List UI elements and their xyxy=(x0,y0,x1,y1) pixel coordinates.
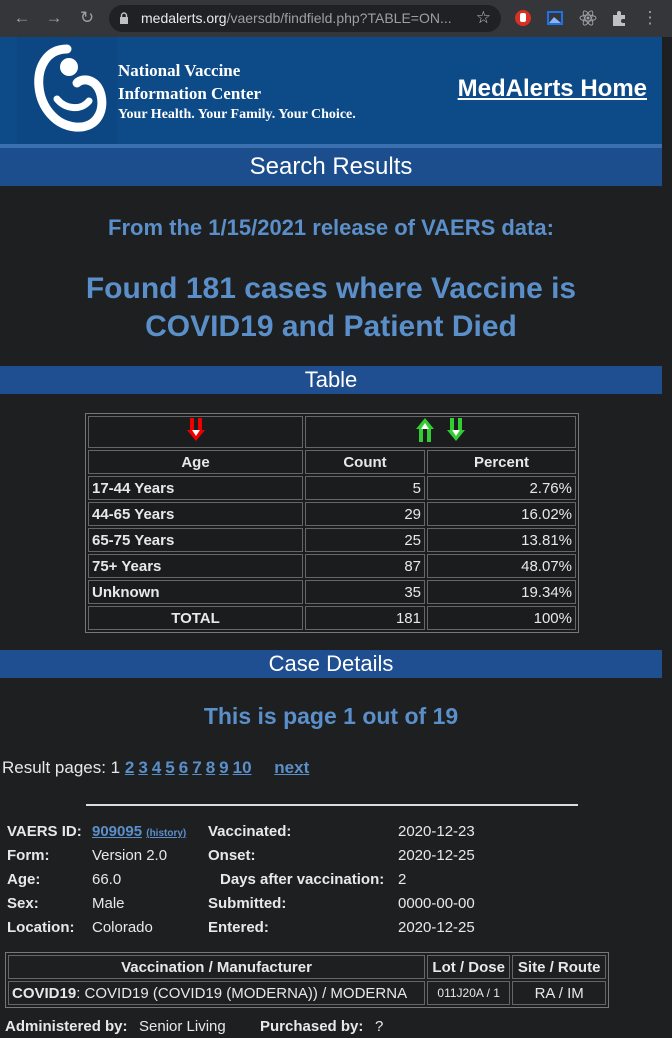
days-after-value: 2 xyxy=(398,871,407,888)
scrollbar[interactable] xyxy=(662,37,672,1038)
menu-dots-icon[interactable]: ⋮ xyxy=(640,8,660,28)
page-link-4[interactable]: 4 xyxy=(152,758,161,777)
nvic-logo[interactable] xyxy=(17,37,117,144)
address-bar[interactable]: medalerts.org/vaersdb/findfield.php?TABL… xyxy=(109,5,501,32)
table-row: 17-44 Years 5 2.76% xyxy=(88,476,576,500)
url-text: medalerts.org/vaersdb/findfield.php?TABL… xyxy=(141,10,452,26)
lot-cell: 011J20A / 1 xyxy=(427,981,511,1005)
found-summary: Found 181 cases where Vaccine is COVID19… xyxy=(85,272,577,343)
table-row: 65-75 Years 25 13.81% xyxy=(88,528,576,552)
age-value: 66.0 xyxy=(92,871,122,888)
table-row: Unknown 35 19.34% xyxy=(88,580,576,604)
location-value: Colorado xyxy=(92,919,153,936)
sex-value: Male xyxy=(92,895,125,912)
forward-icon[interactable]: → xyxy=(44,8,64,28)
purchased-label: Purchased by: xyxy=(260,1018,364,1035)
table-row: COVID19: COVID19 (COVID19 (MODERNA)) / M… xyxy=(8,981,606,1005)
site-cell: RA / IM xyxy=(512,981,606,1005)
location-label: Location: xyxy=(7,919,75,936)
reload-icon[interactable]: ↻ xyxy=(77,8,97,28)
next-page-link[interactable]: next xyxy=(274,758,309,777)
vaccinated-value: 2020-12-23 xyxy=(398,823,475,840)
release-text: From the 1/15/2021 release of VAERS data… xyxy=(108,215,554,240)
browser-toolbar: ← → ↻ medalerts.org/vaersdb/findfield.ph… xyxy=(0,0,672,37)
onset-label: Onset: xyxy=(208,847,256,864)
header-percent: Percent xyxy=(427,450,576,474)
org-name: National Vaccine Information Center Your… xyxy=(118,61,356,122)
purchased-value: ? xyxy=(375,1018,384,1035)
submitted-label: Submitted: xyxy=(208,895,287,912)
vaers-id-link[interactable]: 909095 xyxy=(92,823,142,840)
sex-label: Sex: xyxy=(7,895,39,912)
search-results-heading: Search Results xyxy=(0,148,662,186)
vaccine-cell: COVID19: COVID19 (COVID19 (MODERNA)) / M… xyxy=(8,981,426,1005)
vaers-id-value: 909095 (history) xyxy=(92,823,186,840)
page-link-7[interactable]: 7 xyxy=(192,758,201,777)
sort-down-green-icon[interactable] xyxy=(446,418,466,442)
age-label: Age: xyxy=(7,871,41,888)
administered-label: Administered by: xyxy=(5,1018,128,1035)
header-lot-dose: Lot / Dose xyxy=(427,955,511,979)
page-link-3[interactable]: 3 xyxy=(138,758,147,777)
entered-value: 2020-12-25 xyxy=(398,919,475,936)
page-link-10[interactable]: 10 xyxy=(233,758,252,777)
site-header: National Vaccine Information Center Your… xyxy=(0,37,662,144)
case-details-heading: Case Details xyxy=(0,650,662,678)
image-extension-icon[interactable] xyxy=(545,8,565,28)
page-link-9[interactable]: 9 xyxy=(219,758,228,777)
medalerts-home-link[interactable]: MedAlerts Home xyxy=(458,75,647,103)
summary-table: Age Count Percent 17-44 Years 5 2.76% 44… xyxy=(85,413,579,633)
vaccinated-label: Vaccinated: xyxy=(208,823,292,840)
page-indicator: This is page 1 out of 19 xyxy=(203,703,459,729)
stop-hand-extension-icon[interactable] xyxy=(513,8,533,28)
sort-down-red-icon[interactable] xyxy=(186,418,206,442)
sort-up-green-icon[interactable] xyxy=(415,418,435,442)
page-link-5[interactable]: 5 xyxy=(165,758,174,777)
table-row: 44-65 Years 29 16.02% xyxy=(88,502,576,526)
header-site-route: Site / Route xyxy=(512,955,606,979)
vaers-id-label: VAERS ID: xyxy=(7,823,82,840)
header-age: Age xyxy=(88,450,303,474)
entered-label: Entered: xyxy=(208,919,269,936)
form-label: Form: xyxy=(7,847,50,864)
page-link-6[interactable]: 6 xyxy=(179,758,188,777)
vaccination-table: Vaccination / Manufacturer Lot / Dose Si… xyxy=(5,952,609,1008)
page-link-2[interactable]: 2 xyxy=(125,758,134,777)
administered-value: Senior Living xyxy=(139,1018,226,1035)
pagination: Result pages: 1 2 3 4 5 6 7 8 9 10 next xyxy=(2,758,310,777)
submitted-value: 0000-00-00 xyxy=(398,895,475,912)
header-count: Count xyxy=(305,450,425,474)
table-row: 75+ Years 87 48.07% xyxy=(88,554,576,578)
form-value: Version 2.0 xyxy=(92,847,168,864)
react-extension-icon[interactable] xyxy=(578,8,598,28)
onset-value: 2020-12-25 xyxy=(398,847,475,864)
table-heading: Table xyxy=(0,366,662,394)
days-after-label: Days after vaccination: xyxy=(220,871,385,888)
count-sort-cell xyxy=(305,416,576,448)
back-icon[interactable]: ← xyxy=(12,8,32,28)
mother-child-logo-icon xyxy=(34,44,107,132)
page-link-8[interactable]: 8 xyxy=(206,758,215,777)
history-link[interactable]: (history) xyxy=(146,828,186,839)
header-vaccination: Vaccination / Manufacturer xyxy=(8,955,426,979)
bookmark-star-icon[interactable]: ☆ xyxy=(476,8,491,28)
total-row: TOTAL 181 100% xyxy=(88,606,576,630)
age-sort-cell xyxy=(88,416,303,448)
divider xyxy=(86,804,578,806)
puzzle-extensions-icon[interactable] xyxy=(609,8,629,28)
lock-icon xyxy=(120,12,128,24)
